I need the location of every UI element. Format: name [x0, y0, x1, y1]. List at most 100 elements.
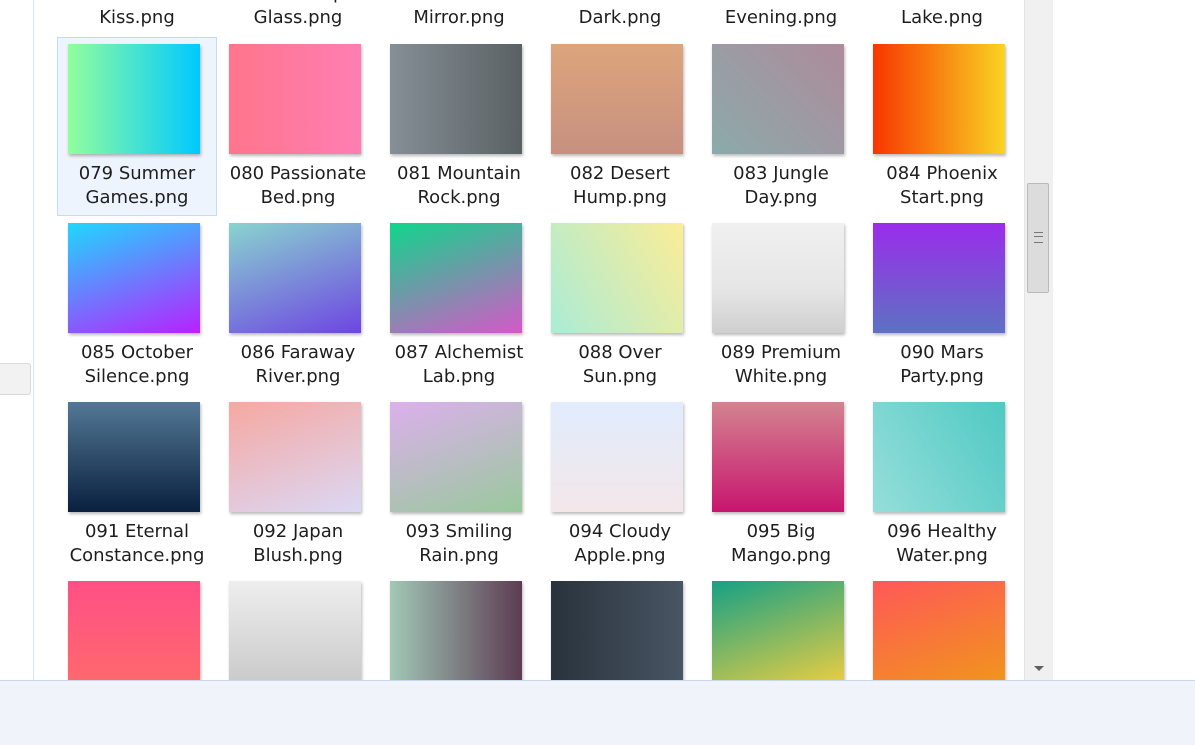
file-name-line: Day.png [744, 187, 818, 208]
file-tile[interactable] [57, 574, 217, 680]
file-tile[interactable]: 076 SharpGlass.png [218, 0, 378, 36]
file-thumbnail [873, 223, 1005, 333]
file-name-line: 094 Cloudy [568, 521, 672, 542]
file-name: 095 Big Mango.png [702, 520, 860, 568]
file-name: 089 Premium White.png [702, 341, 860, 389]
file-name: 090 Mars Party.png [863, 341, 1021, 389]
file-thumbnail [873, 44, 1005, 154]
navigation-pane-item[interactable] [0, 363, 31, 395]
file-thumbnail [390, 402, 522, 512]
file-name: 076 SharpGlass.png [219, 0, 377, 30]
file-thumbnail [712, 581, 844, 680]
file-name-line: 081 Mountain [397, 163, 521, 184]
file-thumbnail [551, 402, 683, 512]
file-thumbnail [873, 402, 1005, 512]
file-tile[interactable]: 092 Japan Blush.png [218, 395, 378, 574]
arrow-down-icon [1033, 665, 1044, 671]
file-name-line: River.png [255, 366, 341, 387]
file-name-line: 095 Big [746, 521, 816, 542]
file-tile[interactable]: 091 Eternal Constance.png [57, 395, 217, 574]
file-thumbnail [873, 581, 1005, 680]
file-name: 096 Healthy Water.png [863, 520, 1021, 568]
file-tile[interactable] [218, 574, 378, 680]
file-name-line: Glass.png [253, 7, 343, 28]
file-tile[interactable]: 079 Summer Games.png [57, 37, 217, 216]
file-name: 093 Smiling Rain.png [380, 520, 538, 568]
file-tile[interactable] [701, 574, 861, 680]
file-name: 091 Eternal Constance.png [58, 520, 216, 568]
file-name-line: 093 Smiling [405, 521, 513, 542]
file-name-line: Dark.png [578, 7, 662, 28]
file-name-line: 085 October [80, 342, 194, 363]
file-tile[interactable]: 079 ColdEvening.png [701, 0, 861, 36]
file-name-line: Sun.png [582, 366, 658, 387]
file-tile[interactable]: 075 LoveKiss.png [57, 0, 217, 36]
vertical-scrollbar[interactable] [1024, 0, 1053, 680]
file-name: 094 Cloudy Apple.png [541, 520, 699, 568]
file-thumbnail [712, 402, 844, 512]
file-tile[interactable]: 090 Mars Party.png [862, 216, 1022, 395]
file-thumbnail [551, 581, 683, 680]
file-name-line: 083 Jungle [733, 163, 829, 184]
file-name-line: 096 Healthy [887, 521, 997, 542]
file-thumbnail [68, 581, 200, 680]
file-tile[interactable]: 081 Mountain Rock.png [379, 37, 539, 216]
file-tile[interactable]: 088 Over Sun.png [540, 216, 700, 395]
file-name-line: Lab.png [422, 366, 496, 387]
file-tile[interactable]: 085 October Silence.png [57, 216, 217, 395]
file-name-line: 091 Eternal [84, 521, 190, 542]
file-name-line: Start.png [900, 187, 984, 208]
file-name: 084 Phoenix Start.png [863, 162, 1021, 210]
file-name-line: Silence.png [84, 366, 190, 387]
file-tile[interactable]: 096 Healthy Water.png [862, 395, 1022, 574]
scrollbar-grip-icon [1034, 232, 1043, 243]
file-tile[interactable]: 094 Cloudy Apple.png [540, 395, 700, 574]
file-thumbnail [551, 223, 683, 333]
file-name-line: Evening.png [724, 7, 838, 28]
file-tile[interactable] [862, 574, 1022, 680]
file-name-line: 082 Desert [570, 163, 670, 184]
scrollbar-thumb[interactable] [1027, 183, 1049, 293]
file-tile[interactable]: 087 Alchemist Lab.png [379, 216, 539, 395]
file-tile[interactable]: 080 CochitiLake.png [862, 0, 1022, 36]
file-tile[interactable]: 082 Desert Hump.png [540, 37, 700, 216]
file-name: 079 ColdEvening.png [702, 0, 860, 30]
file-tile[interactable]: 078 PremiumDark.png [540, 0, 700, 36]
file-name-line: Constance.png [69, 545, 205, 566]
file-name: 092 Japan Blush.png [219, 520, 377, 568]
file-name-line: Water.png [896, 545, 988, 566]
file-name: 079 Summer Games.png [58, 162, 216, 210]
file-thumbnail [68, 223, 200, 333]
file-thumbnail [229, 581, 361, 680]
file-thumbnail [229, 44, 361, 154]
file-tile[interactable] [540, 574, 700, 680]
file-name: 083 Jungle Day.png [702, 162, 860, 210]
file-name: 078 PremiumDark.png [541, 0, 699, 30]
file-name-line: 092 Japan [252, 521, 344, 542]
file-name-line: 088 Over [578, 342, 662, 363]
file-thumbnail [390, 223, 522, 333]
file-name-line: 080 Passionate [229, 163, 367, 184]
file-name: 080 Passionate Bed.png [219, 162, 377, 210]
file-name-line: 087 Alchemist [394, 342, 524, 363]
file-tile[interactable]: 095 Big Mango.png [701, 395, 861, 574]
file-thumbnail [390, 44, 522, 154]
file-name: 080 CochitiLake.png [863, 0, 1021, 30]
file-tile[interactable]: 080 Passionate Bed.png [218, 37, 378, 216]
file-tile[interactable]: 084 Phoenix Start.png [862, 37, 1022, 216]
file-name: 086 Faraway River.png [219, 341, 377, 389]
file-tile[interactable]: 077 CleanMirror.png [379, 0, 539, 36]
file-thumbnail [229, 402, 361, 512]
file-tile[interactable]: 083 Jungle Day.png [701, 37, 861, 216]
file-tile[interactable]: 089 Premium White.png [701, 216, 861, 395]
file-name: 087 Alchemist Lab.png [380, 341, 538, 389]
file-tile[interactable]: 086 Faraway River.png [218, 216, 378, 395]
file-name-line: Kiss.png [99, 7, 175, 28]
file-name-line: Bed.png [260, 187, 336, 208]
file-name: 081 Mountain Rock.png [380, 162, 538, 210]
details-pane [1053, 0, 1195, 680]
file-tile[interactable]: 093 Smiling Rain.png [379, 395, 539, 574]
file-name: 077 CleanMirror.png [380, 0, 538, 30]
scroll-down-button[interactable] [1025, 660, 1052, 676]
file-tile[interactable] [379, 574, 539, 680]
